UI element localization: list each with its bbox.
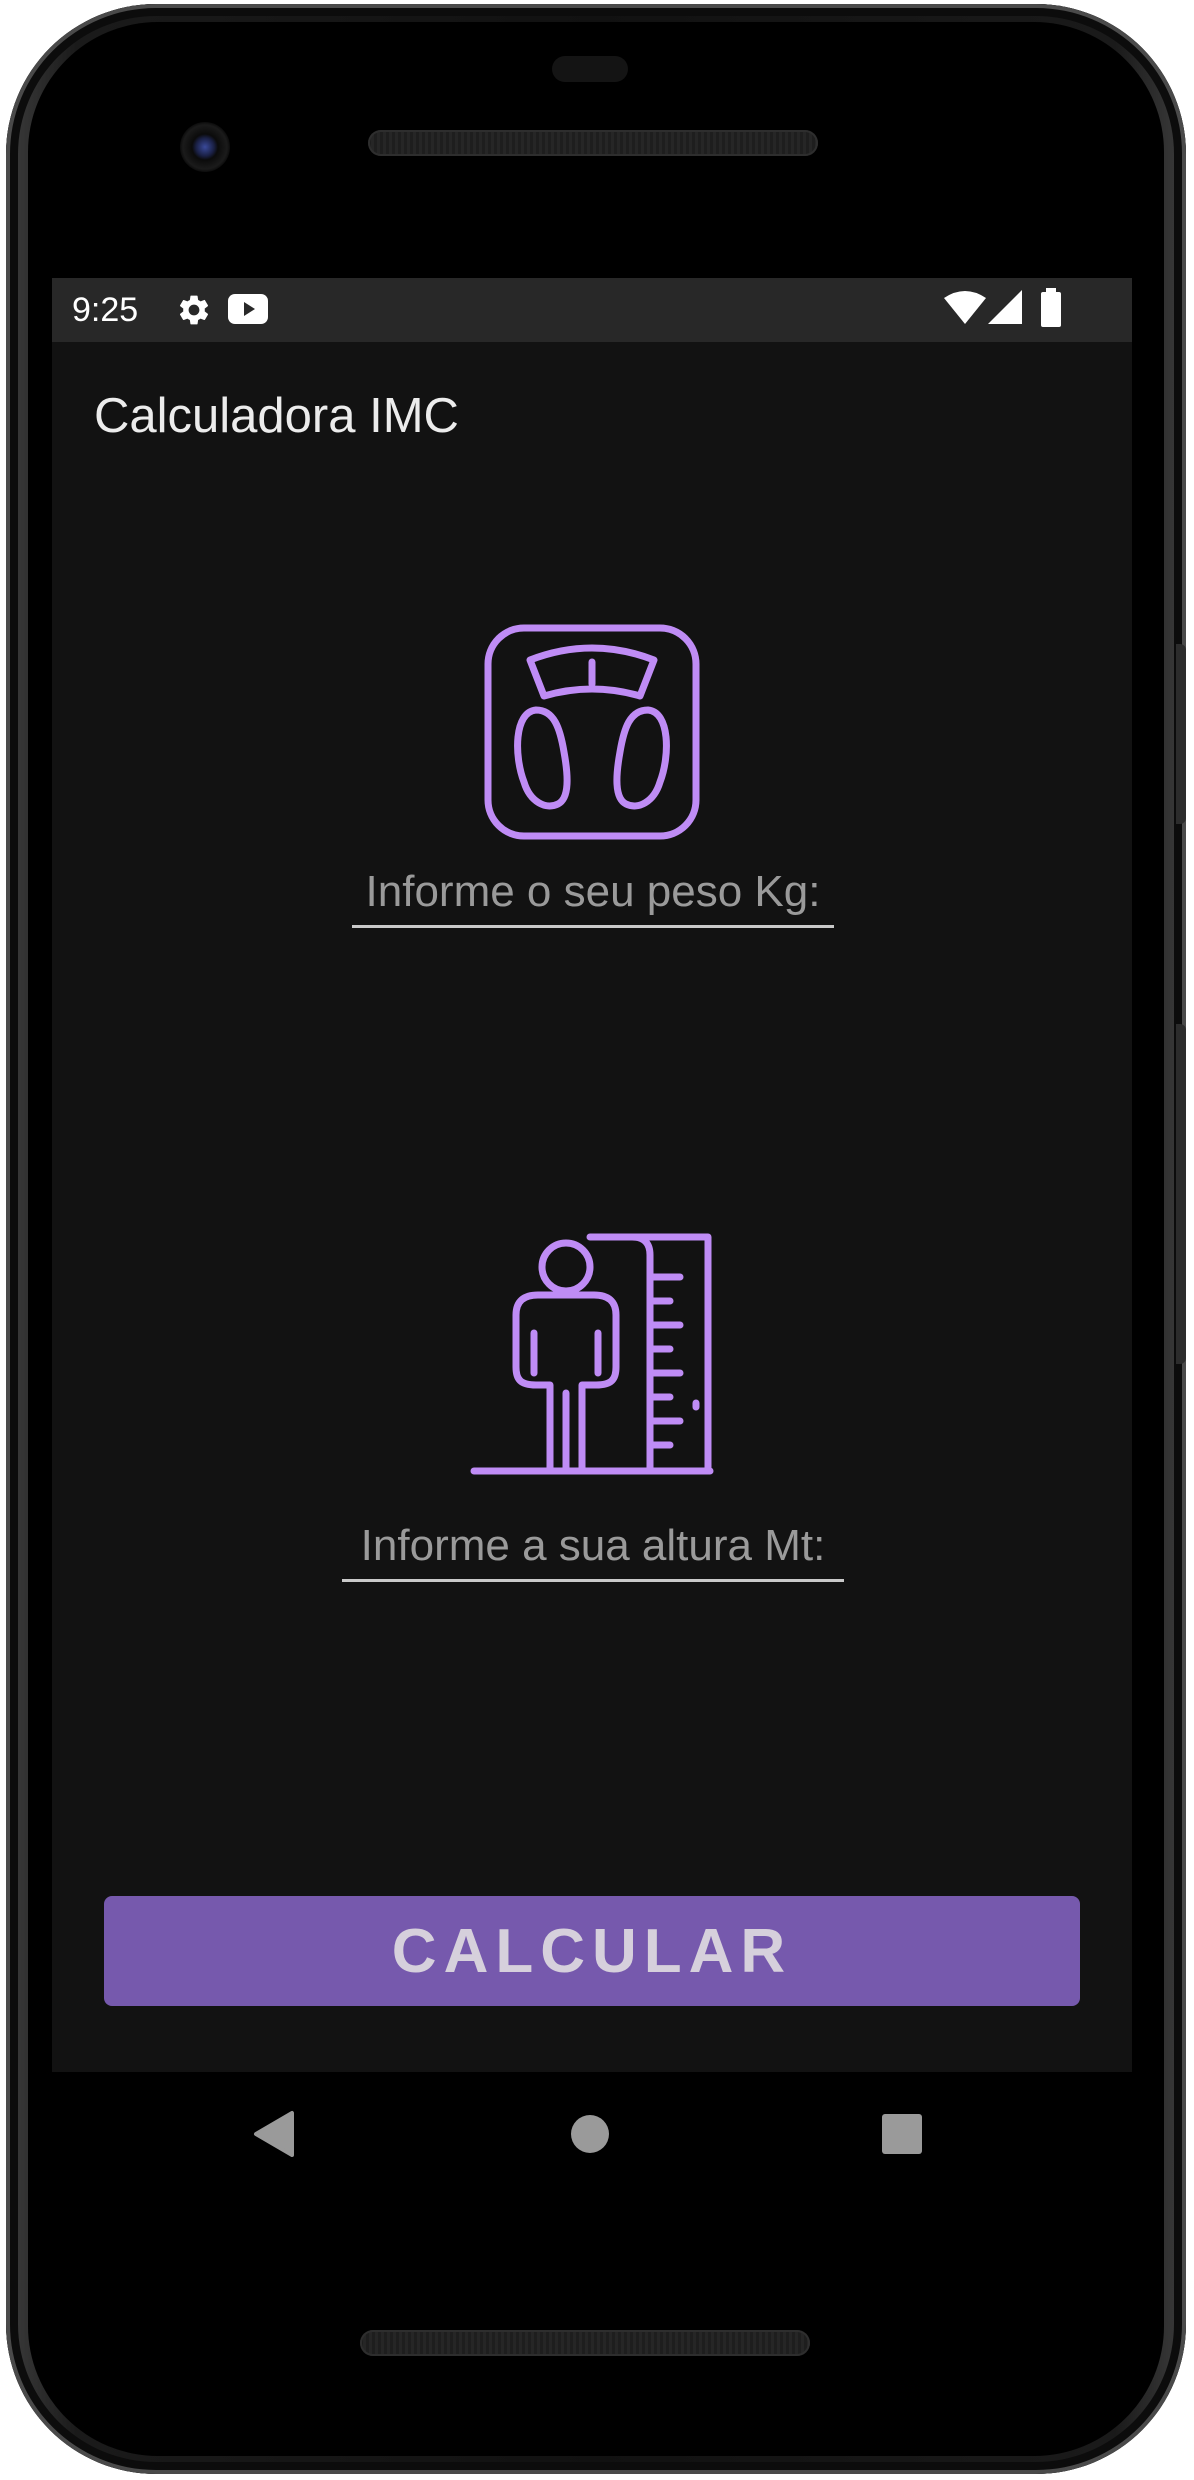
- front-camera: [180, 122, 230, 172]
- gear-icon: [179, 295, 209, 325]
- battery-icon: [1041, 288, 1061, 327]
- calculate-button[interactable]: CALCULAR: [104, 1896, 1080, 2006]
- bottom-speaker: [360, 2330, 810, 2356]
- weight-field[interactable]: [352, 858, 834, 928]
- height-field[interactable]: [342, 1512, 844, 1582]
- wifi-icon: [944, 291, 986, 324]
- weight-input[interactable]: [352, 858, 834, 925]
- height-input[interactable]: [342, 1512, 844, 1579]
- youtube-icon: [228, 294, 268, 324]
- proximity-sensor: [552, 56, 628, 82]
- back-icon[interactable]: [252, 2110, 296, 2158]
- recents-icon[interactable]: [882, 2114, 922, 2154]
- volume-button: [1176, 1024, 1186, 1364]
- status-bar: 9:25: [52, 278, 1132, 342]
- scale-icon: [484, 624, 700, 840]
- app-title: Calculadora IMC: [94, 389, 459, 443]
- signal-icon: [988, 290, 1022, 324]
- screen: 9:25 Calculadora IMC Informe o seu peso …: [52, 278, 1132, 2072]
- top-speaker: [368, 130, 818, 156]
- status-time: 9:25: [72, 291, 139, 329]
- home-icon[interactable]: [570, 2114, 610, 2154]
- height-measure-icon: [470, 1233, 714, 1475]
- power-button: [1176, 644, 1186, 824]
